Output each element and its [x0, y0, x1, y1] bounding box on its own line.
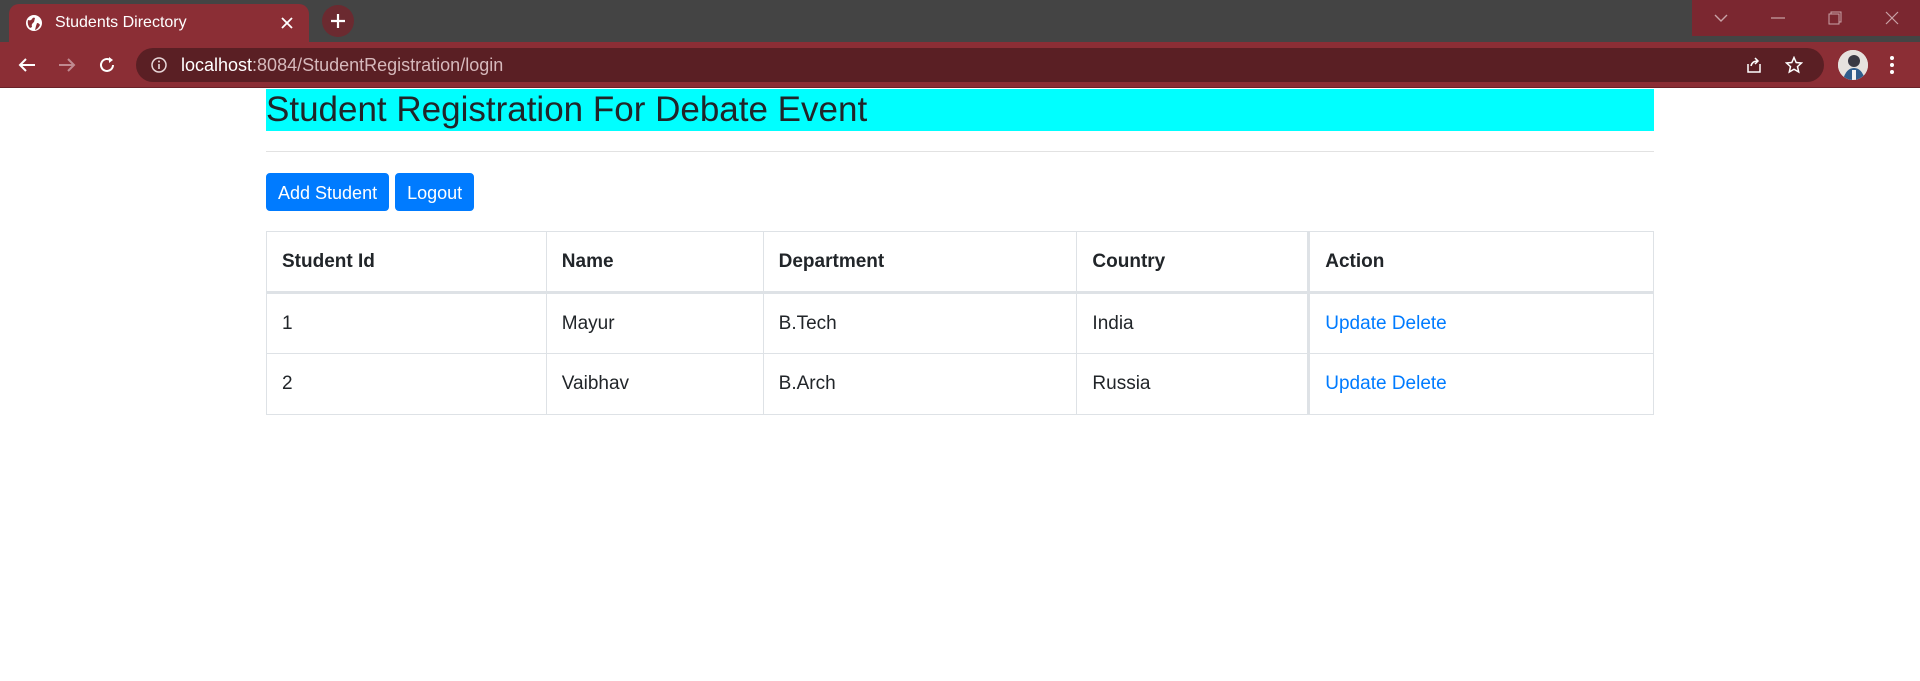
- url-path: :8084/StudentRegistration/login: [252, 54, 504, 75]
- column-header-name: Name: [545, 231, 764, 294]
- cell-department: B.Tech: [762, 292, 1078, 354]
- bookmark-star-icon[interactable]: [1784, 55, 1804, 75]
- cell-action: Update Delete: [1307, 353, 1654, 415]
- cell-student-id: 1: [266, 292, 547, 354]
- share-icon[interactable]: [1744, 55, 1764, 75]
- globe-icon: [25, 14, 43, 32]
- table-row: 1 Mayur B.Tech India Update Delete: [266, 292, 1654, 354]
- tab-search-icon[interactable]: [1692, 0, 1749, 36]
- logout-button[interactable]: Logout: [395, 173, 475, 211]
- column-header-country: Country: [1076, 231, 1310, 294]
- browser-tab[interactable]: Students Directory: [9, 4, 309, 42]
- browser-toolbar: localhost:8084/StudentRegistration/login: [0, 42, 1920, 88]
- minimize-icon[interactable]: [1749, 0, 1806, 36]
- table-header-row: Student Id Name Department Country Actio…: [266, 231, 1654, 294]
- content-container: Student Registration For Debate Event Ad…: [266, 89, 1654, 415]
- tab-title: Students Directory: [55, 14, 187, 31]
- browser-menu-icon[interactable]: [1882, 54, 1902, 76]
- restore-icon[interactable]: [1806, 0, 1863, 36]
- delete-link[interactable]: Delete: [1392, 313, 1447, 334]
- close-tab-icon[interactable]: [277, 13, 297, 33]
- cell-action: Update Delete: [1307, 292, 1654, 354]
- divider: [266, 151, 1654, 152]
- update-link[interactable]: Update: [1325, 373, 1386, 394]
- forward-icon[interactable]: [51, 49, 83, 81]
- cell-country: India: [1076, 292, 1310, 354]
- close-window-icon[interactable]: [1863, 0, 1920, 36]
- cell-country: Russia: [1076, 353, 1310, 415]
- add-student-button[interactable]: Add Student: [266, 173, 390, 211]
- page-body: Student Registration For Debate Event Ad…: [0, 89, 1920, 681]
- address-bar[interactable]: localhost:8084/StudentRegistration/login: [136, 48, 1824, 82]
- cell-department: B.Arch: [762, 353, 1078, 415]
- cell-student-id: 2: [266, 353, 547, 415]
- action-buttons: Add Student Logout: [266, 173, 1654, 211]
- delete-link[interactable]: Delete: [1392, 373, 1447, 394]
- reload-icon[interactable]: [91, 49, 123, 81]
- cell-name: Vaibhav: [545, 353, 764, 415]
- page-title: Student Registration For Debate Event: [266, 89, 1654, 131]
- cell-name: Mayur: [545, 292, 764, 354]
- profile-avatar[interactable]: [1838, 50, 1868, 80]
- url-text: localhost:8084/StudentRegistration/login: [181, 55, 503, 76]
- new-tab-button[interactable]: [322, 5, 354, 37]
- column-header-action: Action: [1307, 231, 1654, 294]
- url-host: localhost: [181, 54, 253, 75]
- tab-strip: Students Directory: [0, 0, 1920, 42]
- site-info-icon[interactable]: [150, 56, 168, 74]
- update-link[interactable]: Update: [1325, 313, 1386, 334]
- column-header-student-id: Student Id: [266, 231, 547, 294]
- column-header-department: Department: [762, 231, 1078, 294]
- back-icon[interactable]: [11, 49, 43, 81]
- table-row: 2 Vaibhav B.Arch Russia Update Delete: [266, 353, 1654, 415]
- students-table: Student Id Name Department Country Actio…: [266, 231, 1654, 415]
